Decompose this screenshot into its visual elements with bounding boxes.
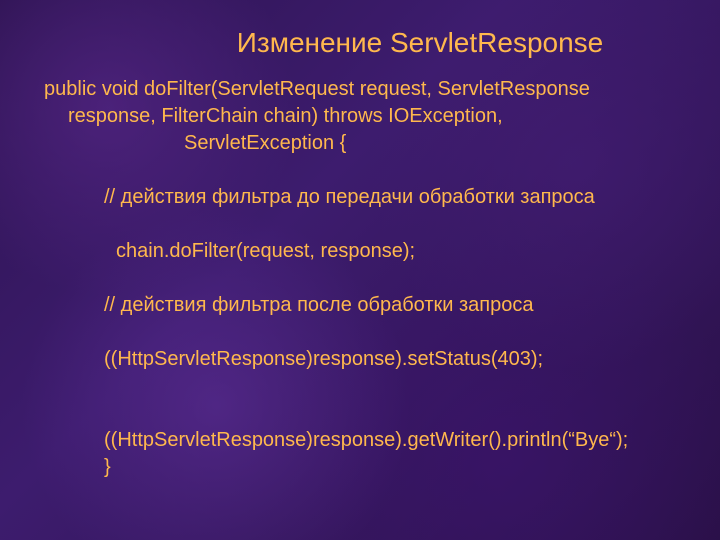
code-line: // действия фильтра до передачи обработк… [44,184,676,211]
code-line: ((HttpServletResponse)response).setStatu… [44,346,676,373]
code-line: } [44,454,676,481]
code-line: ((HttpServletResponse)response).getWrite… [44,427,676,454]
code-line: // действия фильтра после обработки запр… [44,292,676,319]
slide-title: Изменение ServletResponse [160,0,720,76]
code-line: public void doFilter(ServletRequest requ… [44,76,676,103]
code-line: response, FilterChain chain) throws IOEx… [44,103,676,130]
code-line: chain.doFilter(request, response); [44,238,676,265]
code-line: ServletException { [44,130,676,157]
code-block: public void doFilter(ServletRequest requ… [0,76,720,481]
